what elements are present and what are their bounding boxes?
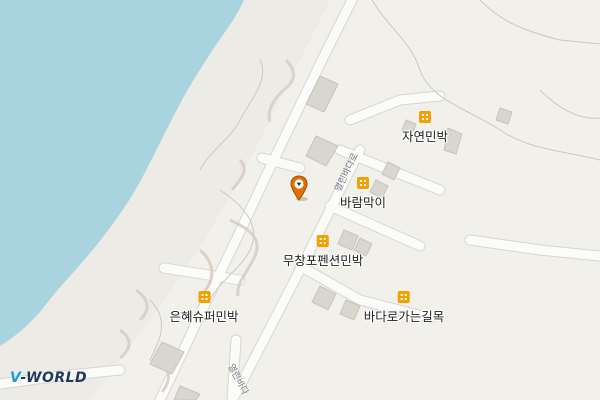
location-pin-icon[interactable] xyxy=(288,174,310,202)
building-icon xyxy=(356,177,369,189)
poi-muchang[interactable]: 무창포펜션민박 xyxy=(282,234,364,269)
poi-label: 은혜슈퍼민박 xyxy=(169,309,239,324)
poi-label: 자연민박 xyxy=(401,129,449,144)
building-icon xyxy=(197,291,210,303)
brand-part2: -WORLD xyxy=(20,370,88,386)
poi-label: 바람막이 xyxy=(339,195,387,210)
poi-eunhye[interactable]: 은혜슈퍼민박 xyxy=(169,290,239,325)
vworld-logo: V-WORLD xyxy=(10,370,87,386)
poi-badaro[interactable]: 바다로가는길목 xyxy=(363,290,445,325)
poi-jayeon[interactable]: 자연민박 xyxy=(402,110,448,145)
building-icon xyxy=(316,235,329,247)
brand-part1: V xyxy=(10,370,21,386)
poi-baram[interactable]: 바람막이 xyxy=(340,176,386,211)
building-icon xyxy=(397,291,410,303)
building-icon xyxy=(418,111,431,123)
poi-label: 바다로가는길목 xyxy=(363,309,445,324)
poi-label: 무창포펜션민박 xyxy=(282,253,364,268)
